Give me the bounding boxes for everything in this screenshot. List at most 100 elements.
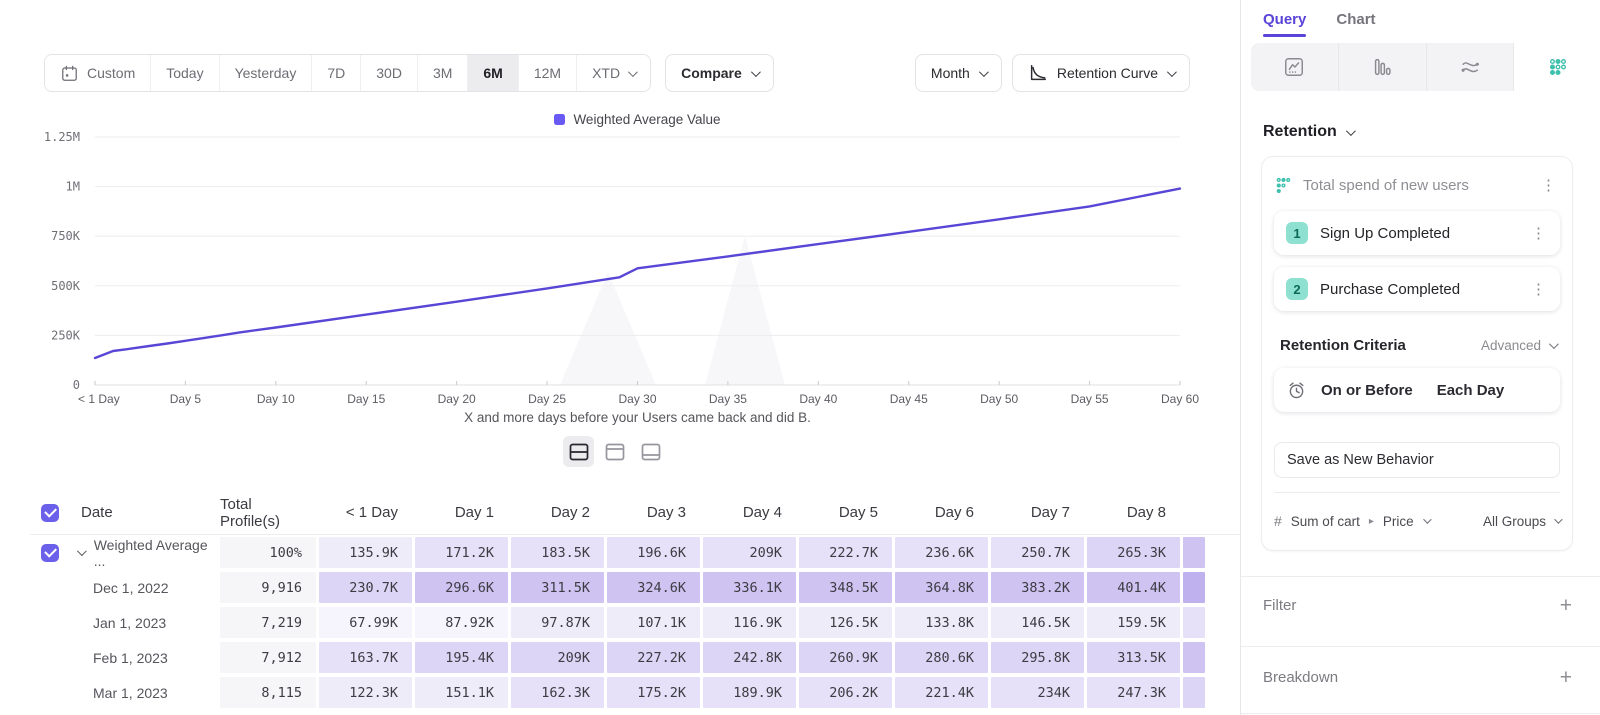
retention-value-cell: 247.3K xyxy=(1087,677,1180,708)
retention-value-cell: 209K xyxy=(511,642,604,673)
range-6m[interactable]: 6M xyxy=(468,55,518,91)
behavior-steps: 1Sign Up Completed 2Purchase Completed xyxy=(1274,211,1560,311)
funnels-tab[interactable] xyxy=(1339,43,1427,91)
svg-text:Day 20: Day 20 xyxy=(438,392,476,406)
svg-text:750K: 750K xyxy=(51,229,81,243)
behavior-kebab-menu[interactable] xyxy=(1537,176,1560,195)
flows-tab[interactable] xyxy=(1427,43,1515,91)
total-profiles-cell: 9,916 xyxy=(220,572,316,603)
column-header-day-1[interactable]: Day 1 xyxy=(415,504,508,521)
range-30d[interactable]: 30D xyxy=(361,55,418,91)
add-filter-button[interactable] xyxy=(1560,595,1572,616)
column-header-total-profile-s-[interactable]: Total Profile(s) xyxy=(220,496,316,530)
column-header-day-4[interactable]: Day 4 xyxy=(703,504,796,521)
column-header-day-3[interactable]: Day 3 xyxy=(607,504,700,521)
range-custom[interactable]: Custom xyxy=(45,55,151,91)
retention-value-cell: 242.8K xyxy=(703,642,796,673)
step-kebab-menu[interactable] xyxy=(1527,280,1550,299)
window-unit-dropdown[interactable]: Each Day xyxy=(1437,382,1505,399)
insights-tab[interactable] xyxy=(1251,43,1339,91)
chart-type-dropdown[interactable]: Retention Curve xyxy=(1012,54,1190,92)
retention-value-cell-clipped xyxy=(1183,607,1205,638)
report-main-area: Custom TodayYesterday7D30D3M6M12MXTD Com… xyxy=(0,0,1240,715)
table-summary-row[interactable]: Weighted Average ...100%135.9K171.2K183.… xyxy=(30,535,1240,570)
table-row[interactable]: Jan 1, 20237,21967.99K87.92K97.87K107.1K… xyxy=(30,605,1240,640)
behavior-title[interactable]: Total spend of new users xyxy=(1303,177,1527,194)
column-header-day-7[interactable]: Day 7 xyxy=(991,504,1084,521)
column-header-day-8[interactable]: Day 8 xyxy=(1087,504,1180,521)
measure-event[interactable]: Sum of cart xyxy=(1291,514,1360,529)
total-profiles-cell: 8,115 xyxy=(220,677,316,708)
retention-value-cell: 126.5K xyxy=(799,607,892,638)
split-view-toggle[interactable] xyxy=(563,436,594,467)
table-row[interactable]: Mar 1, 20238,115122.3K151.1K162.3K175.2K… xyxy=(30,675,1240,710)
row-expand-chevron-icon[interactable] xyxy=(77,546,87,556)
range-today[interactable]: Today xyxy=(151,55,219,91)
criteria-title: Retention Criteria xyxy=(1280,337,1481,354)
retention-value-cell: 116.9K xyxy=(703,607,796,638)
retention-section-dropdown[interactable]: Retention xyxy=(1263,123,1353,141)
retention-tab[interactable] xyxy=(1514,43,1600,91)
query-sidebar: Query Chart xyxy=(1240,0,1600,715)
filter-label: Filter xyxy=(1263,597,1560,614)
row-date-label: Jan 1, 2023 xyxy=(93,615,166,631)
tab-query[interactable]: Query xyxy=(1263,11,1306,37)
column-header-date[interactable]: Date xyxy=(73,504,217,521)
window-mode-dropdown[interactable]: On or Before xyxy=(1321,382,1413,399)
criteria-mode-dropdown[interactable]: Advanced xyxy=(1481,338,1556,353)
save-behavior-button[interactable]: Save as New Behavior xyxy=(1274,442,1560,478)
retention-value-cell: 364.8K xyxy=(895,572,988,603)
retention-value-cell: 311.5K xyxy=(511,572,604,603)
measure-row: # Sum of cart ▸ Price All Groups xyxy=(1274,492,1560,536)
retention-value-cell: 162.3K xyxy=(511,677,604,708)
range-yesterday[interactable]: Yesterday xyxy=(220,55,313,91)
retention-value-cell: 221.4K xyxy=(895,677,988,708)
row-checkbox[interactable] xyxy=(41,544,59,562)
retention-value-cell: 324.6K xyxy=(607,572,700,603)
measure-property[interactable]: Price xyxy=(1383,514,1414,529)
svg-text:1M: 1M xyxy=(66,180,80,194)
select-all-checkbox[interactable] xyxy=(41,504,59,522)
retention-value-cell: 133.8K xyxy=(895,607,988,638)
compare-button[interactable]: Compare xyxy=(665,54,774,92)
retention-value-cell-clipped xyxy=(1183,537,1205,568)
column-header-day-2[interactable]: Day 2 xyxy=(511,504,604,521)
retention-value-cell-clipped xyxy=(1183,677,1205,708)
retention-value-cell: 250.7K xyxy=(991,537,1084,568)
breakdown-row: Breakdown xyxy=(1263,667,1572,688)
retention-value-cell: 296.6K xyxy=(415,572,508,603)
table-only-view-toggle[interactable] xyxy=(635,436,666,467)
behavior-step-2[interactable]: 2Purchase Completed xyxy=(1274,267,1560,311)
number-property-icon: # xyxy=(1274,513,1282,529)
total-profiles-cell: 7,912 xyxy=(220,642,316,673)
range-12m[interactable]: 12M xyxy=(519,55,577,91)
table-row[interactable]: Feb 1, 20237,912163.7K195.4K209K227.2K24… xyxy=(30,640,1240,675)
table-row[interactable]: Dec 1, 20229,916230.7K296.6K311.5K324.6K… xyxy=(30,570,1240,605)
retention-value-cell: 348.5K xyxy=(799,572,892,603)
svg-text:Day 25: Day 25 xyxy=(528,392,566,406)
granularity-dropdown[interactable]: Month xyxy=(915,54,1002,92)
view-toggle-group xyxy=(563,436,666,467)
calendar-icon xyxy=(60,64,79,83)
svg-text:X and more days before your Us: X and more days before your Users came b… xyxy=(464,410,811,425)
svg-text:250K: 250K xyxy=(51,328,81,342)
range-7d[interactable]: 7D xyxy=(312,55,361,91)
add-breakdown-button[interactable] xyxy=(1560,667,1572,688)
retention-value-cell-clipped xyxy=(1183,642,1205,673)
range-xtd[interactable]: XTD xyxy=(577,55,650,91)
column-header--1-day[interactable]: < 1 Day xyxy=(319,504,412,521)
range-3m[interactable]: 3M xyxy=(418,55,468,91)
column-header-day-6[interactable]: Day 6 xyxy=(895,504,988,521)
behavior-step-1[interactable]: 1Sign Up Completed xyxy=(1274,211,1560,255)
groups-dropdown[interactable]: All Groups xyxy=(1483,514,1560,529)
step-kebab-menu[interactable] xyxy=(1527,224,1550,243)
step-event-label[interactable]: Sign Up Completed xyxy=(1320,225,1515,242)
retention-value-cell: 67.99K xyxy=(319,607,412,638)
retention-value-cell: 171.2K xyxy=(415,537,508,568)
column-header-day-5[interactable]: Day 5 xyxy=(799,504,892,521)
step-event-label[interactable]: Purchase Completed xyxy=(1320,281,1515,298)
tab-chart[interactable]: Chart xyxy=(1336,11,1375,37)
retention-window-card[interactable]: On or Before Each Day xyxy=(1274,368,1560,412)
chart-only-view-toggle[interactable] xyxy=(599,436,630,467)
retention-report-app: Custom TodayYesterday7D30D3M6M12MXTD Com… xyxy=(0,0,1600,715)
